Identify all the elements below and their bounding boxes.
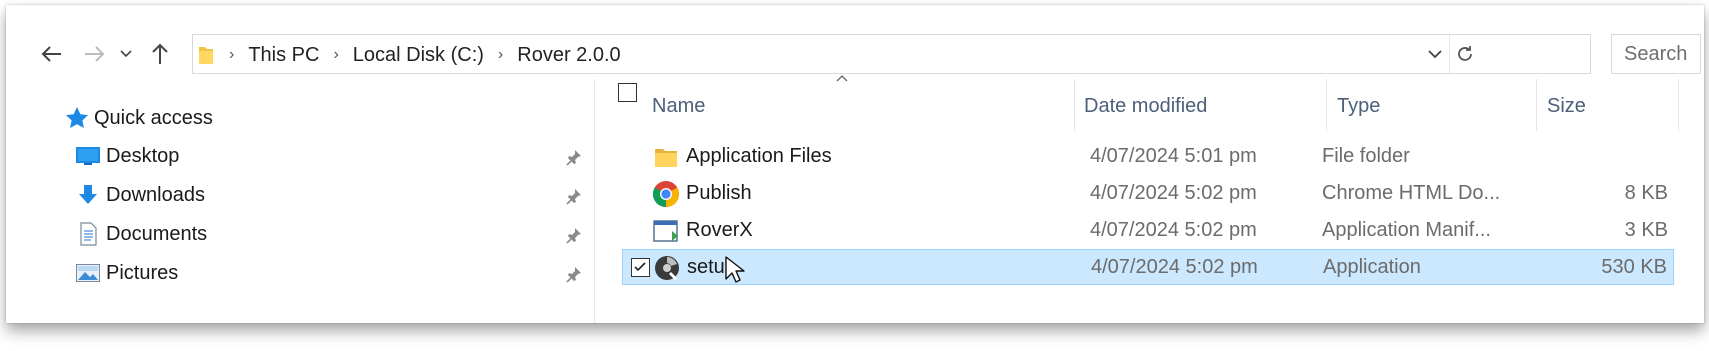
table-row-selected[interactable]: setup 4/07/2024 5:02 pm Application 530 … <box>622 249 1674 285</box>
table-row[interactable]: Publish 4/07/2024 5:02 pm Chrome HTML Do… <box>622 176 1674 211</box>
mouse-cursor-icon <box>724 255 746 290</box>
refresh-button[interactable] <box>1455 44 1475 69</box>
column-header-size[interactable]: Size <box>1547 81 1586 131</box>
breadcrumb: › This PC › Local Disk (C:) › Rover 2.0.… <box>193 35 621 75</box>
explorer-window: › This PC › Local Disk (C:) › Rover 2.0.… <box>6 5 1704 323</box>
search-placeholder: Search <box>1624 42 1688 65</box>
chevron-right-icon[interactable]: › <box>498 46 503 64</box>
file-date: 4/07/2024 5:02 pm <box>1091 256 1258 278</box>
column-divider[interactable] <box>1074 79 1075 131</box>
file-date: 4/07/2024 5:02 pm <box>1090 182 1257 204</box>
column-divider[interactable] <box>1678 79 1679 131</box>
crumb-this-pc[interactable]: This PC <box>248 44 319 67</box>
column-header-type[interactable]: Type <box>1337 81 1380 131</box>
up-arrow-icon <box>152 43 168 64</box>
manifest-icon <box>652 217 680 245</box>
sidebar-item-label: Desktop <box>106 144 180 167</box>
folder-icon <box>652 143 680 171</box>
sidebar-item-documents[interactable]: Documents <box>76 219 207 249</box>
pane-divider[interactable] <box>594 79 595 323</box>
pin-icon[interactable] <box>566 188 584 206</box>
column-header-date[interactable]: Date modified <box>1084 81 1207 131</box>
address-dropdown-button[interactable] <box>1428 47 1442 65</box>
column-divider[interactable] <box>1536 79 1537 131</box>
crumb-rover[interactable]: Rover 2.0.0 <box>517 44 620 67</box>
pictures-icon <box>76 264 100 282</box>
sidebar-item-pictures[interactable]: Pictures <box>76 258 178 288</box>
chevron-right-icon[interactable]: › <box>229 46 234 64</box>
chevron-down-icon <box>1428 50 1442 59</box>
folder-icon <box>197 44 215 66</box>
chrome-icon <box>652 180 680 208</box>
file-name[interactable]: Application Files <box>686 139 832 174</box>
forward-arrow-icon <box>85 46 105 62</box>
table-row[interactable]: RoverX 4/07/2024 5:02 pm Application Man… <box>622 213 1674 248</box>
sidebar-item-label: Pictures <box>106 261 179 284</box>
sidebar-item-desktop[interactable]: Desktop <box>76 141 179 171</box>
address-divider <box>1449 35 1450 73</box>
file-type: Chrome HTML Do... <box>1322 182 1501 204</box>
pin-icon[interactable] <box>566 149 584 167</box>
file-name[interactable]: RoverX <box>686 213 753 248</box>
column-divider[interactable] <box>1326 79 1327 131</box>
chevron-down-icon <box>120 50 132 58</box>
setup-icon <box>653 254 681 282</box>
file-name[interactable]: Publish <box>686 176 752 211</box>
documents-icon <box>80 222 97 246</box>
column-header-name[interactable]: Name <box>652 81 705 131</box>
address-bar[interactable]: › This PC › Local Disk (C:) › Rover 2.0.… <box>192 34 1591 74</box>
file-type: Application Manif... <box>1322 219 1491 241</box>
file-size: 3 KB <box>1624 219 1668 241</box>
up-button[interactable] <box>146 39 174 69</box>
back-button[interactable] <box>38 39 66 69</box>
file-type: File folder <box>1322 145 1410 167</box>
file-date: 4/07/2024 5:01 pm <box>1090 145 1257 167</box>
select-all-checkbox[interactable] <box>618 83 637 102</box>
sort-indicator-icon <box>836 69 848 87</box>
back-arrow-icon <box>41 46 61 62</box>
refresh-icon <box>1458 46 1472 61</box>
file-type: Application <box>1323 256 1421 278</box>
pin-icon[interactable] <box>566 227 584 245</box>
sidebar-item-label: Downloads <box>106 183 205 206</box>
search-input[interactable]: Search <box>1611 34 1701 74</box>
download-icon <box>79 185 97 204</box>
recent-locations-button[interactable] <box>116 39 136 69</box>
sidebar-item-downloads[interactable]: Downloads <box>76 180 205 210</box>
file-size: 8 KB <box>1624 182 1668 204</box>
sidebar-item-label: Documents <box>106 222 208 245</box>
sidebar-item-label: Quick access <box>94 106 213 129</box>
crumb-local-disk[interactable]: Local Disk (C:) <box>353 44 484 67</box>
star-icon <box>66 107 88 128</box>
table-row[interactable]: Application Files 4/07/2024 5:01 pm File… <box>622 139 1674 174</box>
navigation-pane: Quick access Desktop Downloads Documents… <box>6 79 594 323</box>
sidebar-item-quick-access[interactable]: Quick access <box>64 103 213 133</box>
row-checkbox-checked[interactable] <box>631 258 650 277</box>
file-size: 530 KB <box>1601 256 1667 278</box>
chevron-right-icon[interactable]: › <box>333 46 338 64</box>
file-date: 4/07/2024 5:02 pm <box>1090 219 1257 241</box>
pin-icon[interactable] <box>566 266 584 284</box>
forward-button[interactable] <box>80 39 108 69</box>
desktop-icon <box>76 147 100 165</box>
